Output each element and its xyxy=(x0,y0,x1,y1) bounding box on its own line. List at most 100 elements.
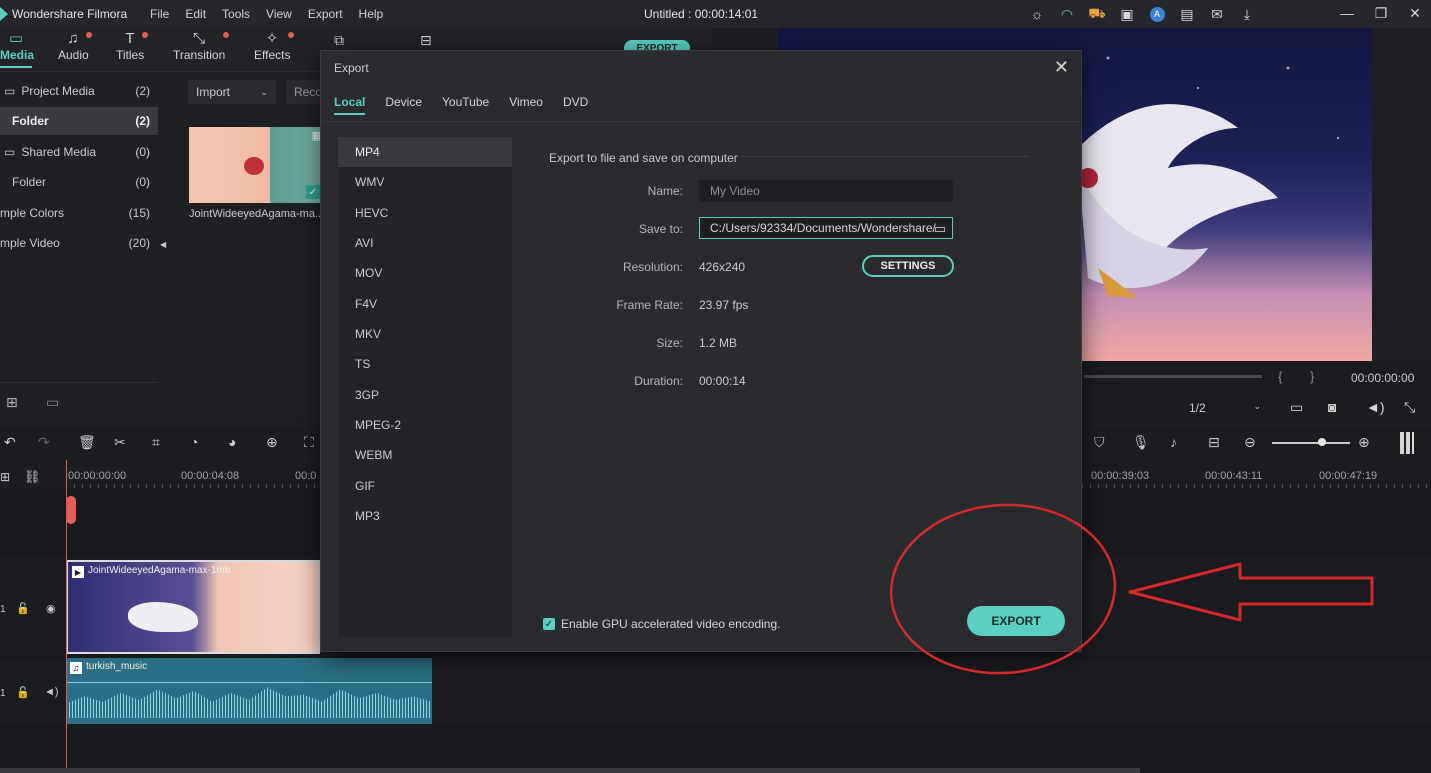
format-avi[interactable]: AVI xyxy=(338,228,512,258)
menu-view[interactable]: View xyxy=(266,7,292,21)
undo-icon[interactable]: ↶ xyxy=(4,434,16,451)
folder-outline-icon[interactable]: ▭ xyxy=(46,394,59,411)
format-mp4[interactable]: MP4 xyxy=(338,137,512,167)
green-screen-icon[interactable]: ⊕ xyxy=(266,434,278,451)
sample-colors-item[interactable]: mple Colors (15) xyxy=(0,199,158,227)
zoom-slider[interactable] xyxy=(1272,442,1350,444)
new-folder-icon[interactable]: ⊞ xyxy=(6,394,18,411)
redo-icon[interactable]: ↷ xyxy=(38,434,50,451)
bulb-icon[interactable]: ☼ xyxy=(1022,4,1052,24)
fit-icon[interactable]: ⛶ xyxy=(304,434,314,451)
folder-item-selected[interactable]: Folder (2) xyxy=(0,107,158,135)
mail-icon[interactable]: ✉ xyxy=(1202,4,1232,24)
name-field[interactable]: My Video xyxy=(699,180,953,202)
split-screen-icon[interactable]: ⊟ xyxy=(420,32,432,49)
tab-media[interactable]: ▭ Media xyxy=(0,30,34,68)
music-note-icon: ♫ xyxy=(70,662,82,674)
speaker-icon[interactable]: ◄) xyxy=(44,686,59,698)
monitor-icon[interactable]: ▭ xyxy=(1290,399,1303,416)
link-icon[interactable]: ⛓ xyxy=(24,469,41,485)
horizontal-scrollbar[interactable] xyxy=(0,768,1140,773)
saveto-field[interactable]: C:/Users/92334/Documents/Wondershare/ ▭ xyxy=(699,217,953,239)
camera-icon[interactable]: ◙ xyxy=(1328,399,1336,415)
gpu-checkbox[interactable]: ✓ xyxy=(543,618,555,630)
collapse-arrow-icon[interactable]: ◀ xyxy=(160,240,166,249)
format-3gp[interactable]: 3GP xyxy=(338,380,512,410)
format-mkv[interactable]: MKV xyxy=(338,319,512,349)
speed-icon[interactable]: ◔ xyxy=(190,434,198,450)
cut-icon[interactable]: ✂ xyxy=(114,434,126,451)
fullscreen-icon[interactable]: ⤡ xyxy=(1404,399,1415,416)
menu-edit[interactable]: Edit xyxy=(185,7,206,21)
gift-icon[interactable]: ▣ xyxy=(1112,4,1142,24)
subtitle-icon[interactable]: ⊟ xyxy=(1208,434,1220,451)
save-icon[interactable]: ▤ xyxy=(1172,4,1202,24)
format-f4v[interactable]: F4V xyxy=(338,289,512,319)
close-icon[interactable]: ✕ xyxy=(1054,57,1069,78)
menu-tools[interactable]: Tools xyxy=(222,7,250,21)
crop-icon[interactable]: ⌗ xyxy=(152,434,160,451)
transition-icon: ⤡ xyxy=(192,30,205,47)
format-ts[interactable]: TS xyxy=(338,349,512,379)
delete-icon[interactable]: 🗑 xyxy=(78,434,96,451)
shield-icon[interactable]: ⛉ xyxy=(1094,434,1105,451)
tab-youtube[interactable]: YouTube xyxy=(442,95,489,109)
menu-export[interactable]: Export xyxy=(308,7,343,21)
playhead-line[interactable] xyxy=(66,460,67,773)
tab-local[interactable]: Local xyxy=(334,95,366,115)
add-track-icon[interactable]: ⊞ xyxy=(0,470,10,484)
tab-titles[interactable]: T Titles xyxy=(116,30,148,62)
format-mov[interactable]: MOV xyxy=(338,258,512,288)
minimize-icon[interactable]: — xyxy=(1330,2,1364,24)
settings-button[interactable]: SETTINGS xyxy=(862,255,954,277)
zoom-out-icon[interactable]: ⊖ xyxy=(1244,434,1256,451)
zoom-in-icon[interactable]: ⊕ xyxy=(1358,434,1370,451)
mark-in-icon[interactable]: { xyxy=(1278,369,1282,384)
video-clip[interactable]: ▶ JointWideeyedAgama-max-1mb xyxy=(66,560,320,654)
menu-help[interactable]: Help xyxy=(359,7,384,21)
import-dropdown[interactable]: Import ⌄ xyxy=(188,80,276,104)
color-icon[interactable]: ◕ xyxy=(228,434,236,450)
lock-icon[interactable]: 🔓 xyxy=(16,602,30,615)
mark-out-icon[interactable]: } xyxy=(1310,369,1314,384)
tab-dvd[interactable]: DVD xyxy=(563,95,588,109)
audio-mix-icon[interactable]: ♪ xyxy=(1170,434,1177,450)
microphone-icon[interactable]: 🎙 xyxy=(1132,434,1150,451)
gpu-option[interactable]: ✓ Enable GPU accelerated video encoding. xyxy=(543,617,780,631)
format-mp3[interactable]: MP3 xyxy=(338,501,512,531)
format-mpeg2[interactable]: MPEG-2 xyxy=(338,410,512,440)
shared-folder-item[interactable]: Folder (0) xyxy=(0,168,158,196)
menu-file[interactable]: File xyxy=(150,7,169,21)
pause-bars-icon[interactable] xyxy=(1400,432,1414,454)
format-hevc[interactable]: HEVC xyxy=(338,198,512,228)
tab-device[interactable]: Device xyxy=(385,95,422,109)
elements-icon[interactable]: ⧉ xyxy=(334,32,344,49)
format-wmv[interactable]: WMV xyxy=(338,167,512,197)
quality-select[interactable]: 1/2 ⌄ xyxy=(1189,401,1265,419)
project-media-item[interactable]: ▭ Project Media (2) xyxy=(0,77,158,105)
browse-folder-icon[interactable]: ▭ xyxy=(934,221,946,237)
zoom-slider-handle[interactable] xyxy=(1318,438,1326,446)
volume-icon[interactable]: ◄) xyxy=(1366,399,1385,415)
eye-icon[interactable]: ◉ xyxy=(46,602,56,615)
audio-clip[interactable]: ♫ turkish_music xyxy=(66,658,432,724)
download-icon[interactable]: ⤓ xyxy=(1232,4,1262,24)
tab-effects[interactable]: ✧ Effects xyxy=(254,30,294,62)
close-icon[interactable]: ✕ xyxy=(1398,2,1431,24)
format-gif[interactable]: GIF xyxy=(338,471,512,501)
cart-icon[interactable]: ⛟ xyxy=(1082,4,1112,24)
media-thumbnail[interactable]: ▦ ✓ xyxy=(189,127,324,203)
headset-icon[interactable]: ◠ xyxy=(1052,4,1082,24)
lock-icon[interactable]: 🔓 xyxy=(16,686,30,699)
tab-audio[interactable]: ♫ Audio xyxy=(58,30,92,62)
playhead-handle[interactable] xyxy=(66,496,76,524)
tab-transition[interactable]: ⤡ Transition xyxy=(173,30,229,62)
shared-media-item[interactable]: ▭ Shared Media (0) xyxy=(0,138,158,166)
format-webm[interactable]: WEBM xyxy=(338,440,512,470)
tab-vimeo[interactable]: Vimeo xyxy=(509,95,543,109)
restore-icon[interactable]: ❐ xyxy=(1364,2,1398,24)
preview-progress-track[interactable] xyxy=(1084,375,1262,378)
clip-frame-shape xyxy=(128,602,198,632)
account-icon[interactable]: A xyxy=(1142,4,1172,24)
sample-video-item[interactable]: mple Video (20) xyxy=(0,229,158,257)
